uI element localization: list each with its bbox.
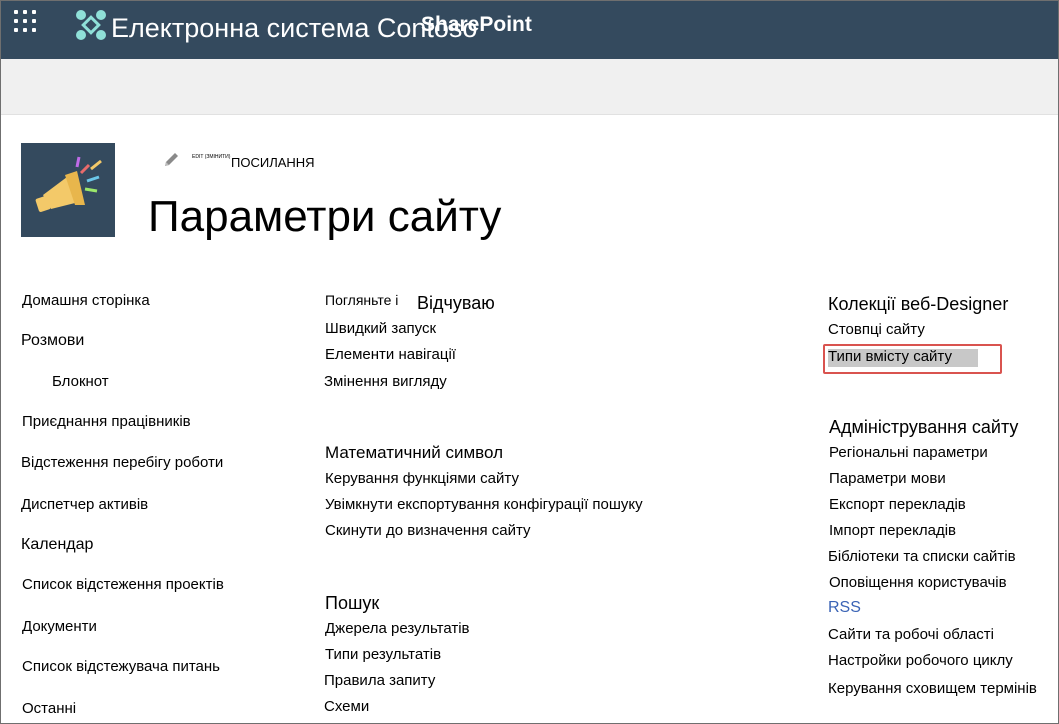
look-item[interactable]: Елементи навігації	[325, 345, 456, 365]
left-nav-item[interactable]: Список відстеження проектів	[22, 575, 224, 595]
admin-item[interactable]: Настройки робочого циклу	[828, 651, 1013, 671]
admin-item[interactable]: Оповіщення користувачів	[829, 573, 1007, 593]
admin-section-heading: Адміністрування сайту	[829, 417, 1019, 437]
admin-item[interactable]: Регіональні параметри	[829, 443, 988, 463]
pencil-icon[interactable]	[162, 151, 180, 169]
actions-item[interactable]: Керування функціями сайту	[325, 469, 519, 489]
admin-item[interactable]: Бібліотеки та списки сайтів	[828, 547, 1016, 567]
look-section-heading: Відчуваю	[417, 293, 495, 313]
admin-item[interactable]: Сайти та робочі області	[828, 625, 994, 645]
actions-section-heading: Математичний символ	[325, 443, 504, 462]
rss-link[interactable]: RSS	[828, 598, 861, 618]
command-bar	[1, 59, 1058, 115]
left-nav-item[interactable]: Диспетчер активів	[21, 495, 148, 515]
look-section-prefix: Погляньте і	[325, 292, 399, 308]
actions-item[interactable]: Скинути до визначення сайту	[325, 521, 531, 541]
search-item[interactable]: Правила запиту	[324, 671, 435, 691]
designer-section-heading: Колекції веб-Designer	[828, 294, 1009, 314]
contoso-logo-icon[interactable]	[75, 9, 107, 41]
admin-item[interactable]: Параметри мови	[829, 469, 946, 489]
left-nav-item[interactable]: Блокнот	[52, 372, 109, 392]
edit-link[interactable]: EDIT (ЗМІНИТИ)	[192, 154, 230, 160]
look-item[interactable]: Змінення вигляду	[324, 372, 447, 392]
left-nav-item[interactable]: Календар	[21, 535, 93, 555]
sharepoint-brand: SharePoint	[421, 13, 532, 36]
left-nav-item[interactable]: Останні	[22, 699, 76, 719]
left-nav-item[interactable]: Приєднання працівників	[22, 412, 191, 432]
designer-item[interactable]: Стовпці сайту	[828, 320, 925, 340]
left-nav-item[interactable]: Відстеження перебігу роботи	[21, 453, 223, 473]
page-title: Параметри сайту	[148, 192, 502, 241]
left-nav-item[interactable]: Список відстежувача питань	[22, 657, 220, 677]
site-logo[interactable]	[21, 143, 115, 237]
search-item[interactable]: Джерела результатів	[325, 619, 470, 639]
admin-item[interactable]: Експорт перекладів	[829, 495, 966, 515]
left-nav-item[interactable]: Домашня сторінка	[22, 291, 150, 311]
search-section-heading: Пошук	[325, 593, 380, 613]
suite-bar: Електронна система Contoso SharePoint	[1, 1, 1058, 59]
actions-item[interactable]: Увімкнути експортування конфігурації пош…	[325, 495, 643, 515]
links-label[interactable]: ПОСИЛАННЯ	[231, 155, 315, 171]
look-item[interactable]: Швидкий запуск	[325, 319, 436, 339]
megaphone-icon	[35, 156, 102, 212]
search-item[interactable]: Типи результатів	[325, 645, 441, 665]
left-nav-item[interactable]: Документи	[22, 617, 97, 637]
left-nav-item[interactable]: Розмови	[21, 331, 84, 351]
admin-item[interactable]: Керування сховищем термінів	[828, 679, 1037, 699]
app-launcher-icon[interactable]	[14, 10, 42, 38]
callout-box	[823, 344, 1002, 374]
search-item[interactable]: Схеми	[324, 697, 369, 717]
admin-item[interactable]: Імпорт перекладів	[829, 521, 956, 541]
